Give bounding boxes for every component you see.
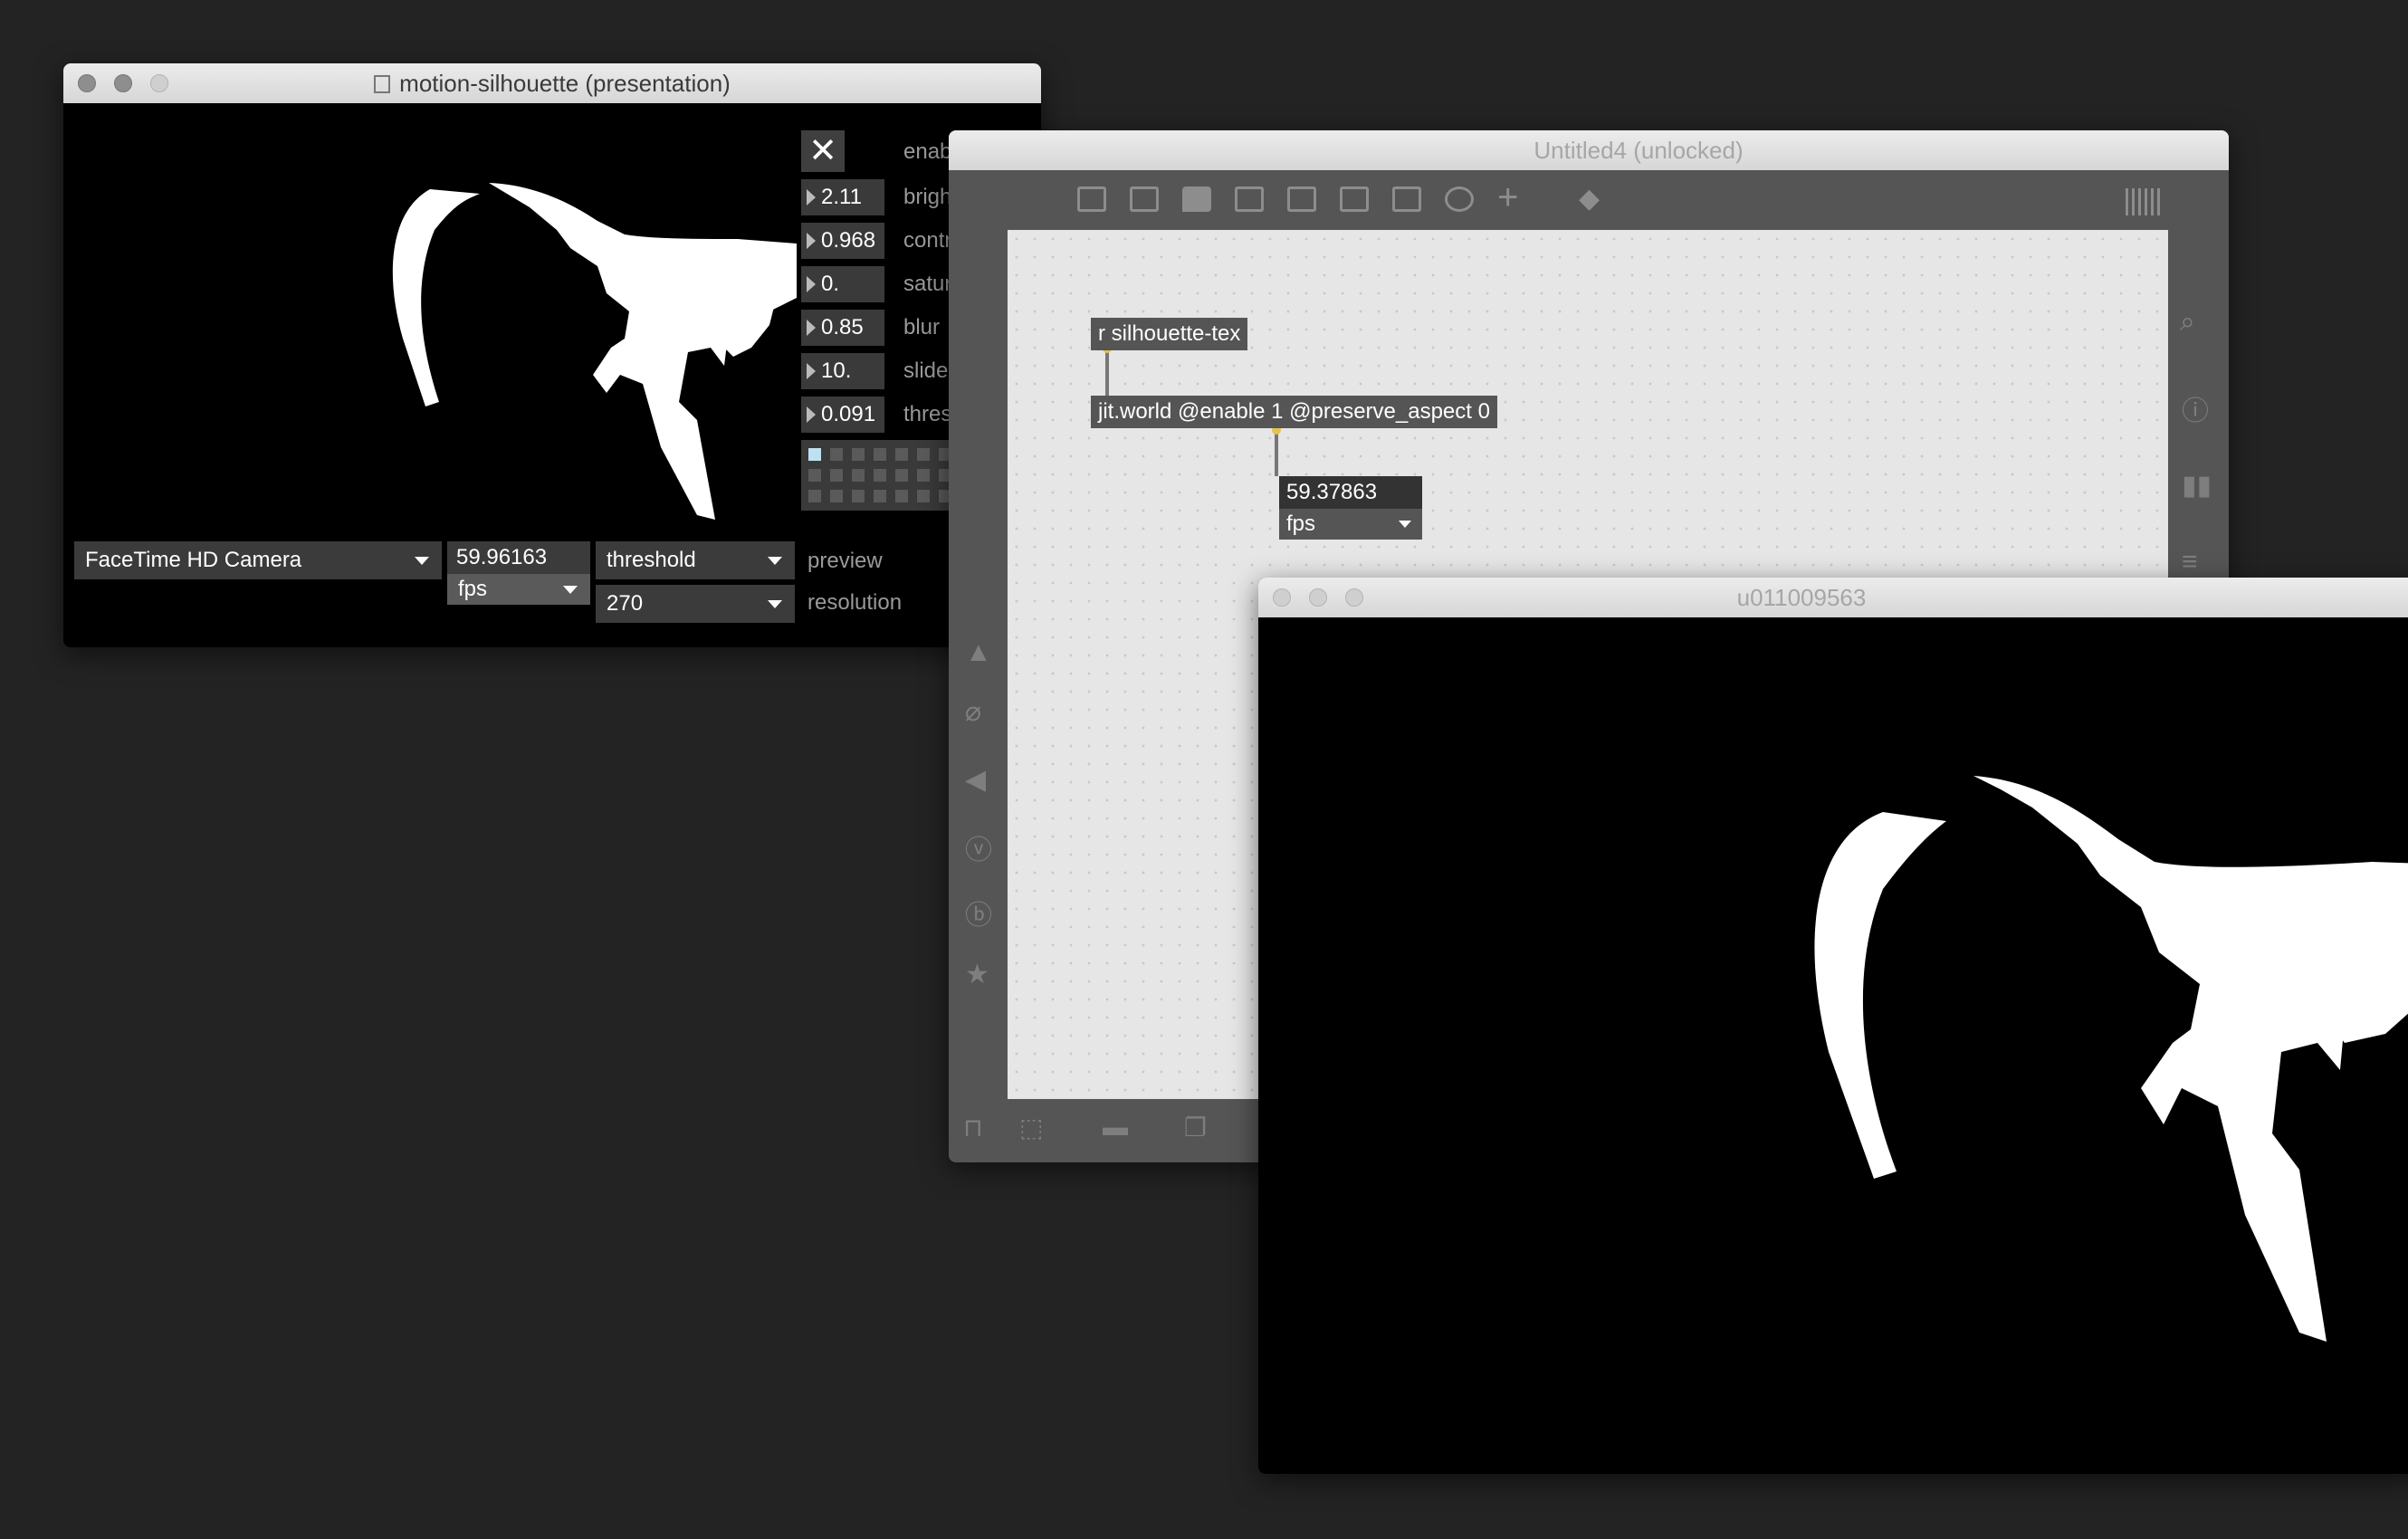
star-icon[interactable]: ★: [965, 959, 989, 990]
increment-arrow-icon: [807, 276, 816, 292]
slide-label: slide: [903, 358, 949, 383]
window-title: u011009563: [1736, 584, 1867, 611]
select-icon[interactable]: ⬚: [1019, 1113, 1043, 1142]
increment-arrow-icon: [807, 320, 816, 336]
resolution-select[interactable]: 270: [596, 585, 795, 623]
preview-label: preview: [807, 549, 883, 573]
comment-icon[interactable]: [1182, 186, 1211, 212]
new-object-icon[interactable]: [1077, 186, 1106, 212]
receive-object[interactable]: r silhouette-tex: [1091, 318, 1248, 350]
info-icon[interactable]: ⓘ: [2182, 388, 2209, 428]
resolution-label: resolution: [807, 590, 903, 615]
silhouette-image: [1814, 776, 2408, 1342]
window-title: motion-silhouette (presentation): [399, 70, 731, 97]
toggle-icon[interactable]: [1235, 186, 1264, 212]
windows-icon[interactable]: ❐: [1184, 1113, 1207, 1142]
brightness-number[interactable]: 2.11: [801, 179, 884, 215]
increment-arrow-icon: [807, 189, 816, 206]
chevron-down-icon: [1399, 521, 1411, 528]
search-icon[interactable]: ⌕: [2180, 307, 2195, 338]
add-icon[interactable]: +: [1497, 177, 1518, 218]
list-icon[interactable]: ≡: [2182, 547, 2198, 578]
image-icon[interactable]: ▲: [965, 637, 992, 668]
chevron-down-icon: [768, 557, 782, 565]
patcher-toolbar: + ◆: [949, 170, 2229, 230]
enable-toggle[interactable]: ✕: [801, 130, 845, 172]
chevron-down-icon: [768, 600, 782, 608]
camera-select[interactable]: FaceTime HD Camera: [74, 541, 442, 579]
vst-icon[interactable]: ⓥ: [965, 827, 992, 867]
chevron-down-icon: [563, 586, 578, 594]
silhouette-image: [392, 183, 797, 520]
paperclip-icon[interactable]: ⌀: [965, 696, 981, 728]
blur-number[interactable]: 0.85: [801, 310, 884, 346]
patcher-titlebar[interactable]: Untitled4 (unlocked): [949, 130, 2229, 171]
fps-unit-menu[interactable]: fps: [447, 574, 590, 605]
slider-icon[interactable]: [1392, 186, 1421, 212]
fps-unit-menu[interactable]: fps: [1279, 509, 1422, 540]
output-titlebar[interactable]: u011009563: [1258, 578, 2408, 618]
window-title: Untitled4 (unlocked): [1534, 137, 1744, 164]
fps-number[interactable]: 59.96163: [447, 541, 590, 574]
grid-icon[interactable]: [2126, 188, 2162, 215]
increment-arrow-icon: [807, 406, 816, 423]
blur-label: blur: [903, 315, 941, 339]
chevron-down-icon: [415, 557, 429, 565]
dial-icon[interactable]: [1445, 186, 1474, 212]
document-icon: [374, 75, 391, 93]
presentation-titlebar[interactable]: motion-silhouette (presentation): [63, 63, 1041, 104]
number-icon[interactable]: [1340, 186, 1369, 212]
plug-icon[interactable]: ◀: [965, 764, 986, 796]
presentation-icon[interactable]: ▬: [1103, 1113, 1128, 1142]
increment-arrow-icon: [807, 363, 816, 379]
slide-number[interactable]: 10.: [801, 353, 884, 389]
jit-world-object[interactable]: jit.world @enable 1 @preserve_aspect 0: [1091, 396, 1497, 428]
output-display: [1258, 617, 2408, 1474]
fps-number-box[interactable]: 59.37863: [1279, 476, 1422, 509]
increment-arrow-icon: [807, 233, 816, 249]
paint-bucket-icon[interactable]: ◆: [1579, 183, 1600, 215]
presentation-window: motion-silhouette (presentation) ✕ enabl…: [63, 63, 1041, 647]
threshold-number[interactable]: 0.091: [801, 397, 884, 433]
saturation-number[interactable]: 0.: [801, 266, 884, 302]
book-icon[interactable]: ▮▮: [2182, 470, 2212, 502]
presentation-body: ✕ enable 2.11 brightness 0.968 contrast …: [63, 103, 1041, 647]
preview-display: [63, 103, 797, 529]
contrast-number[interactable]: 0.968: [801, 223, 884, 259]
output-window: u011009563: [1258, 578, 2408, 1474]
preview-select[interactable]: threshold: [596, 541, 795, 579]
button-icon[interactable]: [1287, 186, 1316, 212]
lock-icon[interactable]: ⊓: [963, 1113, 983, 1142]
beap-icon[interactable]: ⓑ: [965, 893, 992, 932]
message-icon[interactable]: [1130, 186, 1159, 212]
